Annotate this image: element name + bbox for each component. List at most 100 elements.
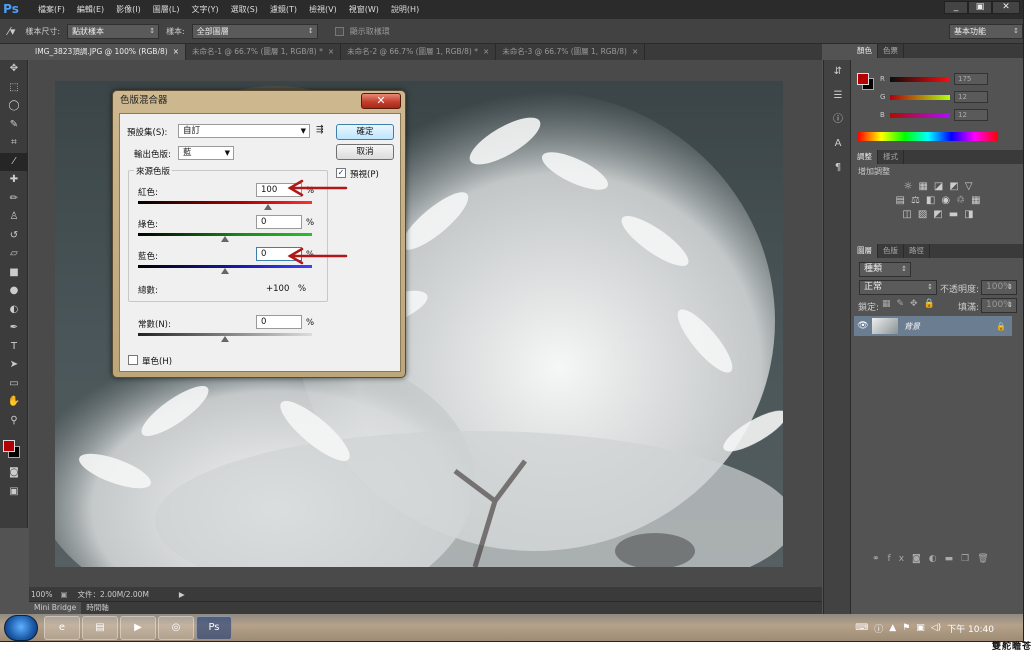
vibrance-icon[interactable]: ▽ xyxy=(965,181,973,192)
r-slider[interactable] xyxy=(890,76,950,82)
sample-select[interactable]: 全部圖層 xyxy=(191,23,318,39)
crop-tool-icon[interactable]: ⌗ xyxy=(0,134,28,153)
exposure-icon[interactable]: ◩ xyxy=(949,181,958,192)
zoom-level[interactable]: 100% xyxy=(31,590,52,599)
menu-filter[interactable]: 濾鏡(T) xyxy=(264,0,303,19)
restore-button[interactable]: ▣ xyxy=(968,1,992,14)
selective-color-icon[interactable]: ◨ xyxy=(964,209,973,220)
constant-input[interactable]: 0 xyxy=(256,315,302,329)
gradient-map-icon[interactable]: ▬ xyxy=(949,209,958,220)
blend-mode-select[interactable]: 正常 xyxy=(859,280,937,295)
volume-icon[interactable]: ◁) xyxy=(931,623,941,633)
quick-select-tool-icon[interactable]: ✎ xyxy=(0,116,28,135)
g-slider[interactable] xyxy=(890,94,950,100)
tab-swatches[interactable]: 色票 xyxy=(878,44,904,58)
history-panel-icon[interactable]: ⇵ xyxy=(824,60,852,84)
preset-select[interactable]: 自訂 xyxy=(178,124,310,138)
show-ring-checkbox[interactable] xyxy=(334,26,344,36)
close-window-button[interactable]: ✕ xyxy=(992,1,1020,14)
help-tray-icon[interactable]: ⓘ xyxy=(874,622,883,635)
menu-view[interactable]: 檢視(V) xyxy=(303,0,343,19)
workspace-select[interactable]: 基本功能 xyxy=(949,23,1023,39)
output-channel-select[interactable]: 藍 xyxy=(178,146,234,160)
hand-tool-icon[interactable]: ✋ xyxy=(0,393,28,412)
preset-options-icon[interactable]: ⇶ xyxy=(316,125,324,135)
cancel-button[interactable]: 取消 xyxy=(336,144,394,160)
media-taskbar-icon[interactable]: ▶ xyxy=(120,616,156,640)
zoom-tool-icon[interactable]: ⚲ xyxy=(0,412,28,431)
screen-mode-icon[interactable]: ▣ xyxy=(0,483,28,502)
menu-layer[interactable]: 圖層(L) xyxy=(147,0,186,19)
healing-tool-icon[interactable]: ✚ xyxy=(0,171,28,190)
b-slider[interactable] xyxy=(890,112,950,118)
path-select-tool-icon[interactable]: ➤ xyxy=(0,356,28,375)
menu-file[interactable]: 檔案(F) xyxy=(32,0,71,19)
link-icon[interactable]: ⚭ xyxy=(872,554,888,564)
color-swatches[interactable] xyxy=(0,430,27,464)
constant-slider-thumb[interactable] xyxy=(221,336,229,342)
menu-image[interactable]: 影像(I) xyxy=(110,0,147,19)
new-layer-icon[interactable]: ❐ xyxy=(961,554,977,564)
tab-channels[interactable]: 色版 xyxy=(878,244,904,258)
channel-mixer-icon[interactable]: ♲ xyxy=(956,195,965,206)
sample-size-select[interactable]: 點狀樣本 xyxy=(67,23,160,39)
quick-mask-icon[interactable]: ◙ xyxy=(0,464,28,483)
doc-tab[interactable]: IMG_3823頂調.JPG @ 100% (RGB/8) × xyxy=(29,44,186,60)
minimize-button[interactable]: _ xyxy=(944,1,968,14)
move-tool-icon[interactable]: ✥ xyxy=(0,60,28,79)
paragraph-panel-icon[interactable]: ¶ xyxy=(824,156,852,180)
marquee-tool-icon[interactable]: ⬚ xyxy=(0,79,28,98)
ie-taskbar-icon[interactable]: e xyxy=(44,616,80,640)
menu-type[interactable]: 文字(Y) xyxy=(185,0,224,19)
threshold-icon[interactable]: ◩ xyxy=(933,209,942,220)
adjust-layer-icon[interactable]: ◐ xyxy=(929,554,945,564)
network-icon[interactable]: ▣ xyxy=(916,623,925,633)
hue-icon[interactable]: ▤ xyxy=(895,195,904,206)
green-slider-thumb[interactable] xyxy=(221,236,229,242)
trash-icon[interactable]: 🗑 xyxy=(977,554,996,564)
explorer-taskbar-icon[interactable]: ▤ xyxy=(82,616,118,640)
eraser-tool-icon[interactable]: ▱ xyxy=(0,245,28,264)
dodge-tool-icon[interactable]: ◐ xyxy=(0,301,28,320)
close-tab-icon[interactable]: × xyxy=(483,47,489,56)
levels-icon[interactable]: ▦ xyxy=(918,181,927,192)
balance-icon[interactable]: ⚖ xyxy=(911,195,920,206)
opacity-field[interactable]: 100% xyxy=(981,280,1017,295)
eyedropper-tool-icon[interactable]: ⁄ xyxy=(0,152,28,171)
doc-tab[interactable]: 未命名-3 @ 66.7% (圖層 1, RGB/8) × xyxy=(496,44,646,60)
keyboard-icon[interactable]: ⌨ xyxy=(855,623,868,633)
bw-icon[interactable]: ◧ xyxy=(926,195,935,206)
eyedropper-icon[interactable]: ⁄▾ xyxy=(8,25,15,38)
stamp-tool-icon[interactable]: ♙ xyxy=(0,208,28,227)
menu-help[interactable]: 說明(H) xyxy=(385,0,425,19)
g-value[interactable]: 12 xyxy=(954,91,988,103)
monochrome-checkbox[interactable] xyxy=(128,355,138,365)
invert-icon[interactable]: ◫ xyxy=(902,209,911,220)
doc-tab[interactable]: 未命名-1 @ 66.7% (圖層 1, RGB/8) * × xyxy=(186,44,342,60)
folder-icon[interactable]: ▬ xyxy=(945,554,962,564)
layer-row[interactable]: 👁 背景 🔒 xyxy=(854,316,1012,336)
lookup-icon[interactable]: ▦ xyxy=(971,195,980,206)
character-panel-icon[interactable]: A xyxy=(824,132,852,156)
brightness-icon[interactable]: ☼ xyxy=(903,181,912,192)
tab-timeline[interactable]: 時間軸 xyxy=(81,602,114,614)
posterize-icon[interactable]: ▨ xyxy=(918,209,927,220)
properties-panel-icon[interactable]: ☰ xyxy=(824,84,852,108)
r-value[interactable]: 175 xyxy=(954,73,988,85)
flag-icon[interactable]: ⚑ xyxy=(902,623,910,633)
b-value[interactable]: 12 xyxy=(954,109,988,121)
tab-color[interactable]: 顏色 xyxy=(852,44,878,58)
red-slider-thumb[interactable] xyxy=(264,204,272,210)
brush-tool-icon[interactable]: ✏ xyxy=(0,190,28,209)
lasso-tool-icon[interactable]: ◯ xyxy=(0,97,28,116)
lock-icons[interactable]: ▦✎✥🔒 xyxy=(882,299,941,309)
menu-select[interactable]: 選取(S) xyxy=(225,0,264,19)
visibility-icon[interactable]: 👁 xyxy=(854,321,872,331)
ok-button[interactable]: 確定 xyxy=(336,124,394,140)
fill-field[interactable]: 100% xyxy=(981,298,1017,313)
clock[interactable]: 下午 10:40 xyxy=(947,622,994,635)
doc-info-icon[interactable]: ▣ xyxy=(60,590,67,599)
photo-filter-icon[interactable]: ◉ xyxy=(941,195,950,206)
menu-edit[interactable]: 編輯(E) xyxy=(71,0,110,19)
color-spectrum[interactable] xyxy=(858,132,998,141)
